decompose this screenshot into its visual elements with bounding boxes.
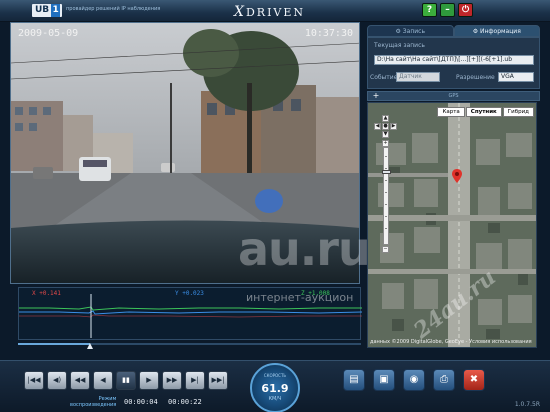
speed-caption: СКОРОСТЬ [263, 373, 287, 378]
elapsed-time: 00:00:04 [124, 398, 158, 406]
tool-buttons: ▤ ▣ ◉ ⎙ ✖ [343, 369, 485, 391]
pan-up-icon[interactable]: ▲ [382, 115, 389, 122]
map-type-map[interactable]: Карта [437, 107, 465, 117]
transport-buttons: |◀◀ ◀) ◀◀ ◀ ▮▮ ▶ ▶▶ ▶| ▶▶| [24, 371, 228, 390]
gps-title: GPS [448, 93, 459, 99]
speed-value: 61.9 [261, 382, 289, 395]
playback-mode-label: Режим воспроизведения [70, 396, 117, 408]
total-duration: 00:00:22 [168, 398, 202, 406]
pause-button[interactable]: ▮▮ [116, 371, 136, 390]
video-time: 10:37:30 [304, 28, 353, 39]
skip-to-start-button[interactable]: |◀◀ [24, 371, 44, 390]
fast-forward-button[interactable]: ▶▶ [162, 371, 182, 390]
map-copyright: данных ©2009 DigitalGlobe, GeoEye - Усло… [370, 339, 532, 345]
brand-logo: XDRIVEN [234, 4, 306, 20]
resolution-label: Разрешение [456, 74, 495, 81]
step-back-button[interactable]: ◀ [93, 371, 113, 390]
event-label: Событие [370, 74, 398, 81]
map-type-hybrid[interactable]: Гибрид [502, 107, 534, 117]
zoom-out-icon[interactable]: − [382, 246, 389, 253]
title-bar: UB 1 провайдер решений IP наблюдения XDRI… [0, 0, 550, 22]
save-icon[interactable]: ▣ [373, 369, 395, 391]
video-date: 2009-05-09 [18, 28, 79, 39]
info-tabs: ⚙ Запись ⚙ Информация [367, 25, 540, 37]
zoom-knob[interactable] [382, 170, 391, 174]
tab-record[interactable]: ⚙ Запись [367, 25, 454, 37]
snapshot-icon[interactable]: ◉ [403, 369, 425, 391]
current-record-field[interactable]: D:\На сайт\На сайт\[ДТП]\[...][+][(-6[+1… [374, 55, 534, 65]
location-pin-icon [452, 169, 462, 183]
zoom-slider[interactable] [382, 147, 391, 245]
gps-header: + GPS [367, 91, 540, 101]
watermark-subtitle: интернет-аукцион [246, 291, 354, 304]
event-field[interactable]: Датчик [396, 72, 440, 82]
open-file-icon[interactable]: ▤ [343, 369, 365, 391]
close-button[interactable]: ⏻ [458, 3, 473, 17]
tab-information[interactable]: ⚙ Информация [453, 25, 540, 37]
skip-to-end-button[interactable]: ▶▶| [208, 371, 228, 390]
mute-button[interactable]: ◀) [47, 371, 67, 390]
speedometer: СКОРОСТЬ 61.9 КМ/Ч [250, 363, 300, 412]
playback-control-bar: |◀◀ ◀) ◀◀ ◀ ▮▮ ▶ ▶▶ ▶| ▶▶| Режим воспроиз… [0, 360, 550, 412]
pan-right-icon[interactable]: ▶ [390, 123, 397, 130]
pan-left-icon[interactable]: ◀ [374, 123, 381, 130]
pan-down-icon[interactable]: ▼ [382, 131, 389, 138]
print-icon[interactable]: ⎙ [433, 369, 455, 391]
version-label: 1.0.7.5R [514, 401, 540, 408]
play-button[interactable]: ▶ [139, 371, 159, 390]
ub-logo: UB 1 [32, 4, 62, 17]
map-type-switcher: Карта Спутник Гибрид [437, 107, 534, 117]
pan-center-icon[interactable]: ● [382, 123, 389, 130]
step-forward-button[interactable]: ▶| [185, 371, 205, 390]
app-tagline: провайдер решений IP наблюдения [66, 6, 161, 12]
watermark-logo: au.ru [238, 222, 371, 276]
zoom-in-icon[interactable]: + [382, 140, 389, 147]
info-panel: Текущая запись D:\На сайт\На сайт\[ДТП]\… [367, 37, 540, 89]
speed-unit: КМ/Ч [268, 396, 282, 402]
gear-icon: ⚙ [472, 28, 480, 35]
current-record-label: Текущая запись [374, 42, 425, 49]
rewind-button[interactable]: ◀◀ [70, 371, 90, 390]
gear-icon: ⚙ [395, 28, 403, 35]
timeline-track[interactable] [18, 340, 361, 350]
map-type-satellite[interactable]: Спутник [465, 107, 502, 117]
minimize-button[interactable]: – [440, 3, 455, 17]
help-button[interactable]: ? [422, 3, 437, 17]
settings-icon[interactable]: ✖ [463, 369, 485, 391]
window-controls: ? – ⏻ [422, 3, 473, 17]
resolution-field[interactable]: VGA [498, 72, 534, 82]
